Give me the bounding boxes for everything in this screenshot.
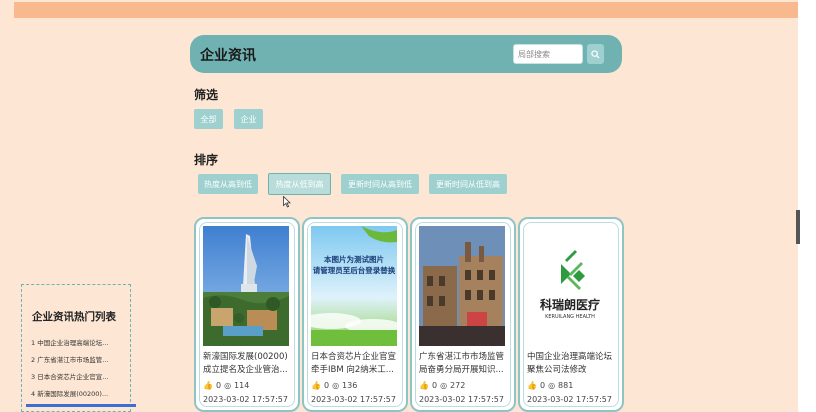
card-image <box>419 226 505 346</box>
thumbs-up-icon: 👍 <box>419 381 429 390</box>
card-date: 2023-03-02 17:57:57 <box>311 395 396 404</box>
sort-hot-asc-button[interactable]: 热度从低到高 <box>268 173 331 195</box>
eye-icon: ◎ <box>224 381 232 390</box>
eye-icon: ◎ <box>548 381 556 390</box>
placeholder-text-line2: 请管理员至后台登录替换 <box>312 266 396 275</box>
likes-count: 0 <box>323 381 330 390</box>
sort-hot-desc-button[interactable]: 热度从高到低 <box>198 174 258 194</box>
card-title: 中国企业治理高端论坛聚焦公司法修改 <box>527 352 613 375</box>
hot-list-item[interactable]: 1 中国企业治理高端论坛... <box>31 337 108 347</box>
card-image: 科瑞朗医疗 KERUILANG HEALTH <box>527 226 613 346</box>
eye-icon: ◎ <box>332 381 340 390</box>
card-title: 广东省湛江市市场监管局奋勇分局开展知识... <box>419 352 505 375</box>
hot-list-panel: 企业资讯热门列表 1 中国企业治理高端论坛... 2 广东省湛江市市场监管...… <box>21 284 131 412</box>
sort-time-desc-button[interactable]: 更新时间从高到低 <box>341 174 419 194</box>
logo-english-name: KERUILANG HEALTH <box>545 314 595 320</box>
thumbs-up-icon: 👍 <box>203 381 213 390</box>
card-date: 2023-03-02 17:57:57 <box>419 395 504 404</box>
logo-chinese-name: 科瑞朗医疗 <box>539 298 600 312</box>
hot-list-item[interactable]: 4 新濠国际发展(00200)... <box>31 388 108 398</box>
hot-list-item[interactable]: 3 日本合资芯片企业官宣... <box>31 371 108 381</box>
views-count: 881 <box>558 381 574 390</box>
page-title: 企业资讯 <box>200 48 256 64</box>
card-stats: 👍 0 ◎ 881 <box>527 381 573 390</box>
card-title: 新濠国际发展(00200)成立提名及企业管治... <box>203 352 288 375</box>
card-date: 2023-03-02 17:57:57 <box>203 395 288 404</box>
search-icon <box>591 49 600 59</box>
card-stats: 👍 0 ◎ 136 <box>311 381 357 390</box>
card-image: 本图片为测试图片 请管理员至后台登录替换 <box>311 226 397 346</box>
news-card[interactable]: 新濠国际发展(00200)成立提名及企业管治... 👍 0 ◎ 114 2023… <box>194 217 300 412</box>
thumbs-up-icon: 👍 <box>311 381 321 390</box>
views-count: 136 <box>342 381 358 390</box>
news-header: 企业资讯 <box>190 35 622 73</box>
filter-all-button[interactable]: 全部 <box>194 109 223 129</box>
likes-count: 0 <box>539 381 546 390</box>
news-card[interactable]: 广东省湛江市市场监管局奋勇分局开展知识... 👍 0 ◎ 272 2023-03… <box>410 217 516 412</box>
scroll-handle[interactable] <box>796 210 800 244</box>
filter-title: 筛选 <box>194 88 219 102</box>
views-count: 272 <box>450 381 466 390</box>
eye-icon: ◎ <box>440 381 448 390</box>
placeholder-text-line1: 本图片为测试图片 <box>324 255 384 264</box>
hot-list-underline <box>26 404 136 407</box>
top-banner <box>14 2 798 18</box>
card-date: 2023-03-02 17:57:57 <box>527 395 612 404</box>
sort-time-asc-button[interactable]: 更新时间从低到高 <box>429 174 507 194</box>
hot-list-item[interactable]: 2 广东省湛江市市场监管... <box>31 354 108 364</box>
card-stats: 👍 0 ◎ 272 <box>419 381 465 390</box>
mouse-cursor-icon <box>283 196 291 208</box>
likes-count: 0 <box>431 381 438 390</box>
news-card[interactable]: 科瑞朗医疗 KERUILANG HEALTH 中国企业治理高端论坛聚焦公司法修改… <box>518 217 624 412</box>
card-title: 日本合资芯片企业官宣牵手IBM 向2纳米工... <box>311 352 397 375</box>
thumbs-up-icon: 👍 <box>527 381 537 390</box>
sort-title: 排序 <box>194 153 219 167</box>
filter-company-button[interactable]: 企业 <box>234 109 263 129</box>
hot-list-title: 企业资讯热门列表 <box>32 311 116 323</box>
likes-count: 0 <box>215 381 222 390</box>
search-button[interactable] <box>587 44 604 64</box>
news-card[interactable]: 本图片为测试图片 请管理员至后台登录替换 日本合资芯片企业官宣牵手IBM 向2纳… <box>302 217 408 412</box>
page-right-margin <box>798 0 816 412</box>
search-input[interactable] <box>513 44 583 64</box>
card-stats: 👍 0 ◎ 114 <box>203 381 249 390</box>
views-count: 114 <box>234 381 250 390</box>
card-image <box>203 226 289 346</box>
